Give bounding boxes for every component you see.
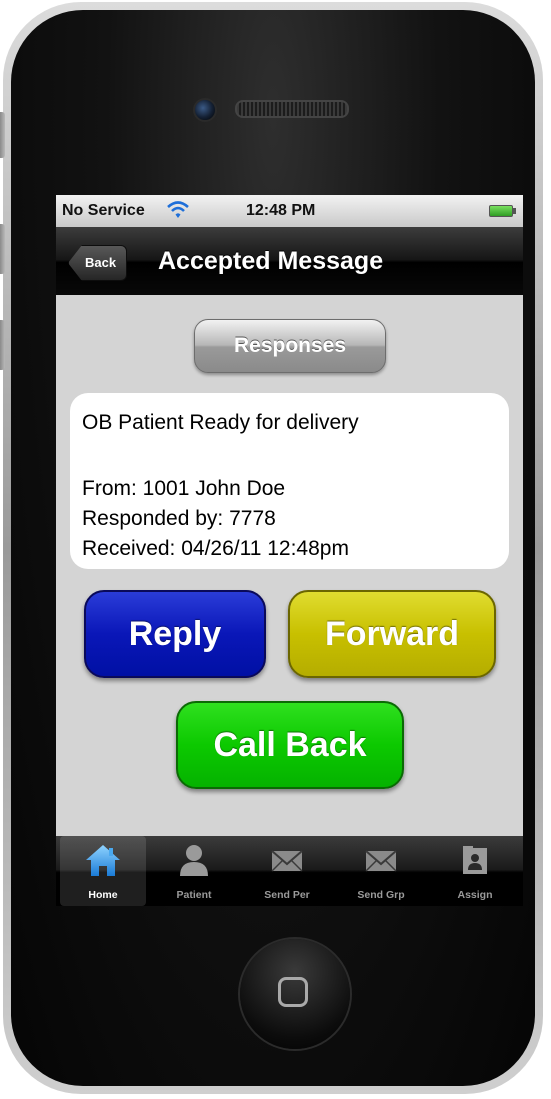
tab-label: Send Grp	[357, 889, 405, 901]
volume-up-button	[0, 224, 5, 274]
tab-bar: Home Patient Send Per Send Grp Assign	[56, 836, 523, 906]
status-time: 12:48 PM	[246, 202, 316, 219]
battery-icon	[489, 205, 516, 217]
person-icon	[180, 845, 208, 876]
carrier-label: No Service	[62, 202, 145, 219]
earpiece-speaker	[235, 100, 349, 118]
silent-switch	[0, 112, 5, 158]
message-subject: OB Patient Ready for delivery	[82, 411, 359, 434]
envelope-icon	[365, 850, 397, 872]
status-bar: No Service 12:48 PM	[56, 195, 523, 227]
back-button[interactable]: Back	[68, 245, 128, 281]
tab-label: Patient	[176, 889, 212, 901]
tab-assign[interactable]: Assign	[430, 836, 520, 906]
tab-send-per[interactable]: Send Per	[242, 836, 332, 906]
tab-patient[interactable]: Patient	[150, 836, 238, 906]
message-received: Received: 04/26/11 12:48pm	[82, 537, 349, 560]
message-from: From: 1001 John Doe	[82, 477, 286, 500]
home-icon	[86, 845, 120, 876]
tab-label: Send Per	[264, 889, 310, 901]
reply-button[interactable]: Reply	[84, 590, 266, 678]
tab-send-grp[interactable]: Send Grp	[336, 836, 426, 906]
screen: No Service 12:48 PM Back Accepted Messag…	[56, 195, 523, 906]
envelope-icon	[271, 850, 303, 872]
responses-button[interactable]: Responses	[194, 319, 386, 373]
page-title: Accepted Message	[158, 247, 384, 275]
tab-label: Assign	[457, 889, 493, 901]
home-button[interactable]	[240, 939, 350, 1049]
message-responded-by: Responded by: 7778	[82, 507, 276, 530]
navigation-bar: Back Accepted Message	[56, 227, 523, 295]
call-back-button[interactable]: Call Back	[176, 701, 404, 789]
tab-label: Home	[88, 889, 118, 901]
home-square-icon	[278, 977, 308, 1007]
forward-button[interactable]: Forward	[288, 590, 496, 678]
front-camera	[193, 98, 217, 122]
wifi-icon	[167, 201, 189, 218]
volume-down-button	[0, 320, 5, 370]
message-card: OB Patient Ready for delivery From: 1001…	[70, 393, 509, 569]
tab-home[interactable]: Home	[60, 836, 146, 906]
assign-icon	[463, 846, 487, 874]
